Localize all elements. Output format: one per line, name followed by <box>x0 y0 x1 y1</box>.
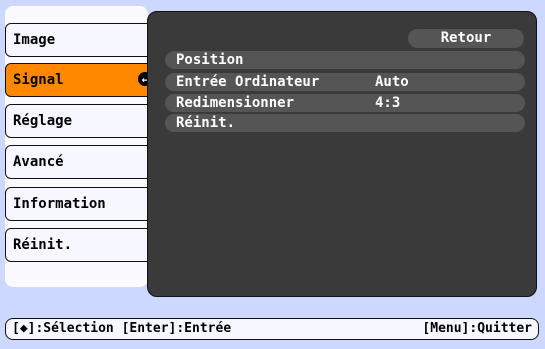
help-bar: [◆]:Sélection [Enter]:Entrée [Menu]:Quit… <box>5 318 539 340</box>
menu-item-reglage[interactable]: Réglage <box>5 104 157 138</box>
menu-item-image[interactable]: Image <box>5 23 157 57</box>
menu-item-signal[interactable]: Signal ↵ <box>5 63 157 97</box>
row-value: Auto <box>375 74 409 90</box>
row-label: Réinit. <box>176 115 236 131</box>
menu-item-reinit[interactable]: Réinit. <box>5 228 157 262</box>
menu-item-avance[interactable]: Avancé <box>5 145 157 179</box>
submenu-row-reinit[interactable]: Réinit. <box>165 114 525 132</box>
menu-item-label: Réinit. <box>13 237 73 253</box>
retour-button[interactable]: Retour <box>408 29 524 48</box>
submenu-row-position[interactable]: Position <box>165 51 525 69</box>
menu-item-label: Information <box>13 196 106 212</box>
menu-item-label: Signal <box>13 72 64 88</box>
row-label: Position <box>176 52 244 68</box>
help-exit-text: [Menu]:Quitter <box>422 321 532 336</box>
row-label: Redimensionner <box>176 95 295 111</box>
submenu-row-redimensionner[interactable]: Redimensionner 4:3 <box>165 94 525 112</box>
help-navigation-text: [◆]:Sélection [Enter]:Entrée <box>12 321 232 336</box>
menu-item-label: Image <box>13 32 56 48</box>
menu-item-label: Avancé <box>13 154 64 170</box>
row-label: Entrée Ordinateur <box>176 74 320 90</box>
menu-item-information[interactable]: Information <box>5 187 157 221</box>
row-value: 4:3 <box>375 95 401 111</box>
submenu-row-entree-ordinateur[interactable]: Entrée Ordinateur Auto <box>165 73 525 91</box>
menu-item-label: Réglage <box>13 113 73 129</box>
projector-menu-screen: Image Signal ↵ Réglage Avancé Informatio… <box>0 0 545 349</box>
